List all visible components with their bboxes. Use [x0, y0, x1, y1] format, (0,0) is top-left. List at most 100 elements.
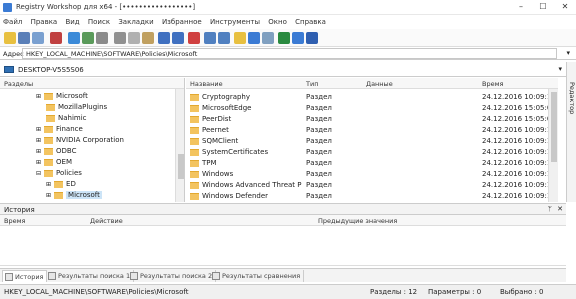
print-icon[interactable]: [96, 32, 108, 44]
tree-item[interactable]: MozillaPlugins: [46, 103, 107, 113]
menu-edit[interactable]: Правка: [28, 15, 61, 26]
list-row[interactable]: PeerDist Раздел 24.12.2016 15:05:04: [186, 115, 548, 125]
close-button[interactable]: ✕: [554, 0, 576, 14]
search-icon[interactable]: [262, 32, 274, 44]
collapse-icon[interactable]: ⊟: [36, 170, 41, 177]
save-icon[interactable]: [18, 32, 30, 44]
redo-icon[interactable]: [172, 32, 184, 44]
folder-icon: [44, 136, 54, 144]
editor-panel-label[interactable]: Редактор: [568, 82, 576, 114]
list-row[interactable]: SystemCertificates Раздел 24.12.2016 10:09…: [186, 148, 548, 158]
compare-icon[interactable]: [292, 32, 304, 44]
computer-icon: [4, 66, 14, 73]
chevron-down-icon[interactable]: ▾: [566, 49, 570, 57]
expand-icon[interactable]: ⊞: [36, 93, 41, 100]
list-row[interactable]: SQMClient Раздел 24.12.2016 10:09:12: [186, 137, 548, 147]
cut-icon[interactable]: [114, 32, 126, 44]
history-body: [0, 226, 566, 266]
menu-window[interactable]: Окно: [265, 15, 290, 26]
menu-bookmarks[interactable]: Закладки: [115, 15, 156, 26]
expand-icon[interactable]: ⊞: [46, 192, 51, 199]
save-as-icon[interactable]: [32, 32, 44, 44]
history-title-bar: История ᛘ ✕: [0, 203, 566, 215]
list-row[interactable]: Windows Advanced Threat Prote... Раздел 24…: [186, 181, 548, 191]
close-icon[interactable]: ✕: [557, 205, 563, 213]
maximize-button[interactable]: ☐: [532, 0, 554, 14]
list-row[interactable]: TPM Раздел 24.12.2016 10:09:12: [186, 159, 548, 169]
menu-help[interactable]: Справка: [292, 15, 329, 26]
title-bar: Registry Workshop для x64 - [•••••••••••…: [0, 0, 576, 15]
forward-icon[interactable]: [218, 32, 230, 44]
back-icon[interactable]: [204, 32, 216, 44]
refresh-icon[interactable]: [278, 32, 290, 44]
computer-tab[interactable]: DESKTOP-V5S5S06 ▾: [0, 62, 566, 77]
tree-item[interactable]: ⊞ Microsoft: [36, 92, 88, 102]
folder-icon: [44, 92, 54, 100]
column-type[interactable]: Тип: [306, 80, 318, 88]
tree-item[interactable]: ⊞ NVIDIA Corporation: [36, 136, 124, 146]
tab-compare[interactable]: Результаты сравнения: [210, 270, 305, 282]
computer-icon[interactable]: [68, 32, 80, 44]
tree-item-selected[interactable]: ⊞ Microsoft: [46, 191, 102, 201]
list-row[interactable]: Windows Раздел 24.12.2016 10:09:12: [186, 170, 548, 180]
row-time: 24.12.2016 10:09:12: [482, 192, 548, 200]
address-input[interactable]: HKEY_LOCAL_MACHINE\SOFTWARE\Policies\Mic…: [22, 48, 557, 59]
scrollbar-thumb[interactable]: [551, 92, 557, 162]
list-header: Название Тип Данные Время: [186, 78, 558, 89]
tree-item[interactable]: ⊞ ED: [46, 180, 76, 190]
history-icon: [5, 273, 13, 281]
tree-item[interactable]: ⊟ Policies: [36, 169, 82, 179]
menu-view[interactable]: Вид: [62, 15, 82, 26]
column-action[interactable]: Действие: [90, 217, 123, 225]
expand-icon[interactable]: ⊞: [46, 181, 51, 188]
copy-icon[interactable]: [128, 32, 140, 44]
tab-history[interactable]: История: [2, 270, 48, 282]
tab-search-2[interactable]: Результаты поиска 2: [128, 270, 217, 282]
tree-item[interactable]: Nahimic: [46, 114, 87, 124]
list-row[interactable]: Peernet Раздел 24.12.2016 10:09:12: [186, 126, 548, 136]
column-data[interactable]: Данные: [366, 80, 393, 88]
export-icon[interactable]: [82, 32, 94, 44]
tree-pane: Разделы ⊞ Microsoft MozillaPlugins Nahimi…: [0, 78, 185, 202]
expand-icon[interactable]: ⊞: [36, 137, 41, 144]
menu-favorites[interactable]: Избранное: [159, 15, 205, 26]
tab-search-1[interactable]: Результаты поиска 1: [46, 270, 135, 282]
column-time[interactable]: Время: [4, 217, 25, 225]
paste-icon[interactable]: [142, 32, 154, 44]
row-time: 24.12.2016 10:09:12: [482, 159, 548, 167]
column-name[interactable]: Название: [190, 80, 223, 88]
row-name: MicrosoftEdge: [190, 104, 302, 112]
pin-icon[interactable]: ᛘ: [548, 205, 552, 213]
chevron-down-icon[interactable]: ▾: [558, 65, 562, 73]
menu-tools[interactable]: Инструменты: [207, 15, 263, 26]
row-time: 24.12.2016 10:09:12: [482, 137, 548, 145]
column-previous[interactable]: Предыдущие значения: [318, 217, 397, 225]
tree-item[interactable]: ⊞ ODBC: [36, 147, 77, 157]
expand-icon[interactable]: ⊞: [36, 126, 41, 133]
row-name-text: MicrosoftEdge: [202, 104, 252, 112]
tree-item[interactable]: ⊞ OEM: [36, 158, 72, 168]
tree-item[interactable]: ⊞ Finance: [36, 125, 83, 135]
list-scrollbar[interactable]: [548, 89, 558, 202]
scrollbar-thumb[interactable]: [178, 154, 184, 179]
new-folder-icon[interactable]: [234, 32, 246, 44]
column-time[interactable]: Время: [482, 80, 503, 88]
expand-icon[interactable]: ⊞: [36, 148, 41, 155]
minimize-button[interactable]: –: [510, 0, 532, 14]
undo-icon[interactable]: [158, 32, 170, 44]
expand-icon[interactable]: ⊞: [36, 159, 41, 166]
list-row[interactable]: Cryptography Раздел 24.12.2016 10:09:12: [186, 93, 548, 103]
help-icon[interactable]: [306, 32, 318, 44]
delete-icon[interactable]: [50, 32, 62, 44]
tree-scrollbar[interactable]: [175, 89, 184, 202]
folder-icon: [190, 148, 199, 156]
list-row[interactable]: Windows Defender Раздел 24.12.2016 10:09:1…: [186, 192, 548, 202]
editor-side-panel[interactable]: Редактор: [566, 62, 576, 202]
list-row[interactable]: MicrosoftEdge Раздел 24.12.2016 15:05:04: [186, 104, 548, 114]
row-name-text: PeerDist: [202, 115, 232, 123]
cancel-icon[interactable]: [188, 32, 200, 44]
key-icon[interactable]: [248, 32, 260, 44]
open-icon[interactable]: [4, 32, 16, 44]
menu-file[interactable]: Файл: [0, 15, 25, 26]
menu-search[interactable]: Поиск: [85, 15, 113, 26]
